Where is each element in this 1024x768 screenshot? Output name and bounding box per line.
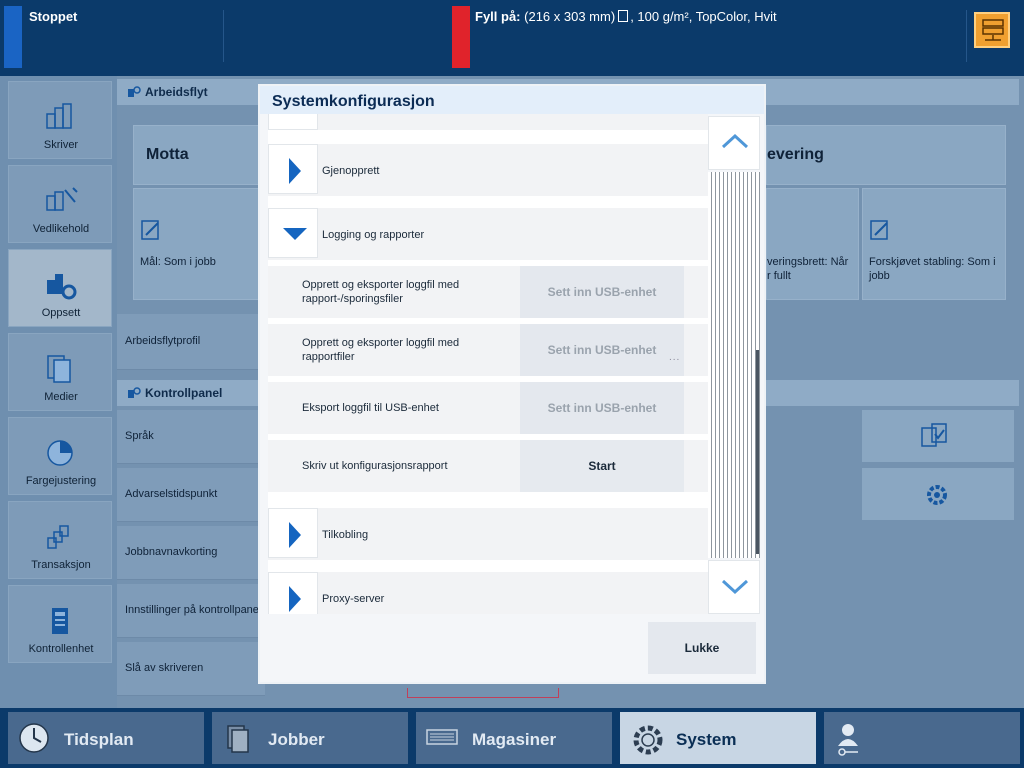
system-configuration-dialog: Systemkonfigurasjon Gjenopprett Logging … <box>258 84 766 684</box>
divider <box>223 10 224 62</box>
setup-icon <box>47 274 77 300</box>
workflow-icon <box>128 86 141 97</box>
nav-item-kontrollenhet[interactable]: Kontrollenhet <box>8 585 112 663</box>
more-indicator: ... <box>669 352 681 363</box>
export-log-usb-row: Eksport loggfil til USB-enhet Sett inn U… <box>268 382 708 434</box>
scroll-up-button[interactable] <box>708 116 760 170</box>
tab-tidsplan[interactable]: Tidsplan <box>8 712 204 764</box>
alert-indicator <box>452 6 470 68</box>
maintenance-icon <box>46 187 78 211</box>
edit-icon <box>870 220 888 240</box>
trays-icon <box>426 729 458 745</box>
server-icon <box>982 19 1004 41</box>
collapse-button[interactable] <box>268 208 318 258</box>
log-export-reports-row: Opprett og eksporter loggfil med rapport… <box>268 324 708 376</box>
close-button[interactable]: Lukke <box>648 622 756 674</box>
delivery-tile[interactable]: evering <box>766 125 1006 185</box>
dialog-title: Systemkonfigurasjon <box>272 93 435 110</box>
control-panel-icon <box>128 387 141 398</box>
language-edit-tile[interactable] <box>862 410 1014 462</box>
status-bar: Stoppet Fyll på: (216 x 303 mm), 100 g/m… <box>0 0 1024 76</box>
list-item[interactable] <box>268 114 708 130</box>
target-tile[interactable]: Mål: Som i jobb <box>133 188 259 300</box>
edit-icon <box>141 220 159 240</box>
nav-item-skriver[interactable]: Skriver <box>8 81 112 159</box>
section-logging-og-rapporter[interactable]: Logging og rapporter <box>268 208 708 260</box>
insert-usb-button[interactable]: Sett inn USB-enhet <box>520 266 684 318</box>
clock-icon <box>19 723 49 753</box>
fill-paper-message: Fyll på: (216 x 303 mm), 100 g/m², TopCo… <box>475 9 777 24</box>
paper-icon <box>618 10 629 22</box>
color-adjust-icon <box>47 440 73 466</box>
media-icon <box>47 355 71 383</box>
configuration-list: Gjenopprett Logging og rapporter Opprett… <box>268 114 708 614</box>
print-config-report-row: Skriv ut konfigurasjonsrapport Start <box>268 440 708 492</box>
expand-button[interactable] <box>268 144 318 194</box>
section-gjenopprett[interactable]: Gjenopprett <box>268 144 708 196</box>
chevron-right-icon <box>289 522 301 548</box>
tab-user[interactable] <box>824 712 1020 764</box>
section-tilkobling[interactable]: Tilkobling <box>268 508 708 560</box>
scroll-thumb[interactable] <box>756 350 759 554</box>
list-scrollbar[interactable] <box>708 116 762 614</box>
jobs-icon <box>227 725 249 753</box>
expand-button[interactable] <box>268 508 318 558</box>
nav-item-vedlikehold[interactable]: Vedlikehold <box>8 165 112 243</box>
chevron-up-icon <box>721 133 749 149</box>
printer-icon <box>46 103 72 129</box>
gear-icon <box>633 725 663 755</box>
warning-settings-tile[interactable] <box>862 468 1014 520</box>
tab-magasiner[interactable]: Magasiner <box>416 712 612 764</box>
nav-item-oppsett[interactable]: Oppsett <box>8 249 112 327</box>
chevron-down-icon <box>721 579 749 595</box>
nav-item-fargejustering[interactable]: Fargejustering <box>8 417 112 495</box>
section-proxy-server[interactable]: Proxy-server <box>268 572 708 614</box>
chevron-right-icon <box>289 158 301 184</box>
expand-button[interactable] <box>268 572 318 614</box>
dialog-title-bar: Systemkonfigurasjon <box>260 86 764 114</box>
insert-usb-button[interactable]: Sett inn USB-enhet <box>520 324 684 376</box>
document-check-icon <box>921 423 947 447</box>
tab-jobber[interactable]: Jobber <box>212 712 408 764</box>
chevron-right-icon <box>289 586 301 612</box>
bottom-tab-bar: Tidsplan Jobber Magasiner System <box>0 708 1024 768</box>
scroll-down-button[interactable] <box>708 560 760 614</box>
printer-status-text: Stoppet <box>29 9 78 24</box>
server-button[interactable] <box>974 12 1010 48</box>
scroll-track[interactable] <box>708 172 760 558</box>
nav-item-medier[interactable]: Medier <box>8 333 112 411</box>
tab-system[interactable]: System <box>620 712 816 764</box>
transaction-icon <box>47 525 69 549</box>
highlight-outline <box>407 688 559 698</box>
controller-icon <box>52 608 68 634</box>
chevron-down-icon <box>283 228 307 240</box>
nav-item-transaksjon[interactable]: Transaksjon <box>8 501 112 579</box>
divider <box>966 10 967 62</box>
expand-button[interactable] <box>268 114 318 130</box>
left-nav: Skriver Vedlikehold Oppsett Medier Farge… <box>0 76 117 708</box>
offset-stacking-tile[interactable]: Forskjøvet stabling: Som i jobb <box>862 188 1006 300</box>
receive-tile[interactable]: Motta <box>133 125 259 185</box>
printer-status-indicator <box>4 6 22 68</box>
gear-icon <box>927 485 947 505</box>
start-button[interactable]: Start <box>520 440 684 492</box>
insert-usb-button[interactable]: Sett inn USB-enhet <box>520 382 684 434</box>
delivery-tray-tile[interactable]: veringsbrett: Når r fullt <box>766 188 859 300</box>
user-key-icon <box>838 724 858 756</box>
log-export-tracking-row: Opprett og eksporter loggfil med rapport… <box>268 266 708 318</box>
